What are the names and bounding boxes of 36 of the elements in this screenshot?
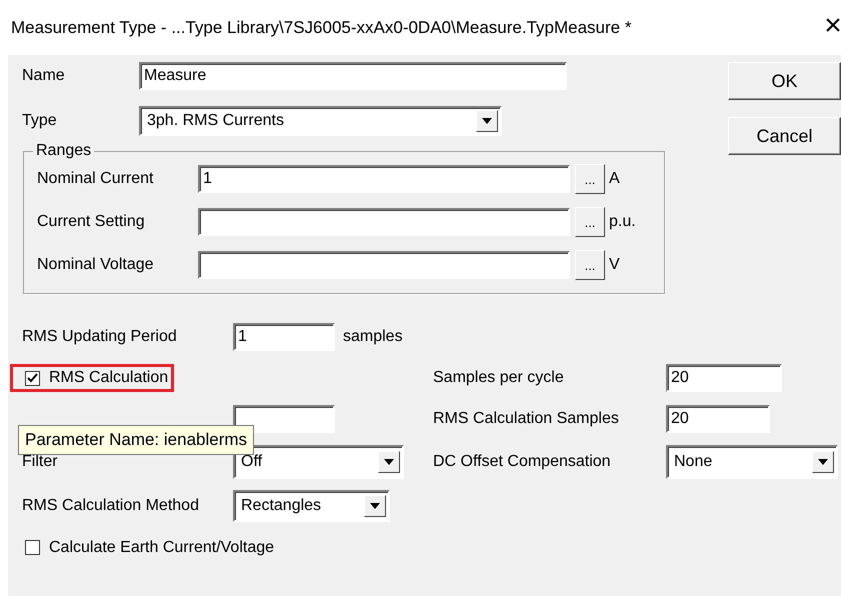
- close-button[interactable]: ×: [823, 10, 841, 44]
- group-title: Ranges: [35, 142, 92, 160]
- field-label: RMS Calculation Method: [22, 497, 200, 515]
- checkbox[interactable]: Calculate Earth Current/Voltage: [22, 536, 278, 560]
- dialog-button[interactable]: Cancel: [728, 117, 841, 155]
- browse-button[interactable]: ...: [575, 250, 605, 280]
- checkbox[interactable]: RMS Calculation: [12, 366, 172, 390]
- check-icon: [27, 373, 38, 383]
- field-label: Samples per cycle: [433, 369, 565, 387]
- field-label: Filter: [22, 453, 59, 471]
- dropdown[interactable]: Off: [233, 445, 404, 479]
- tooltip: Parameter Name: ienablerms: [18, 425, 254, 455]
- field-label: Nominal Current: [37, 170, 154, 188]
- dialog-button[interactable]: OK: [728, 62, 841, 100]
- unit-label: V: [609, 256, 621, 274]
- input-field[interactable]: 1: [198, 165, 570, 193]
- field-label: RMS Calculation Samples: [433, 410, 620, 428]
- input-field[interactable]: 1: [233, 323, 335, 351]
- dropdown[interactable]: 3ph. RMS Currents: [139, 106, 502, 136]
- unit-label: samples: [343, 328, 403, 346]
- dropdown[interactable]: None: [666, 445, 838, 479]
- browse-button[interactable]: ...: [575, 164, 605, 194]
- input-field[interactable]: Measure: [139, 62, 567, 90]
- input-field[interactable]: 20: [666, 405, 770, 433]
- browse-button[interactable]: ...: [575, 207, 605, 237]
- window-title: Measurement Type - ...Type Library\7SJ6005-xxAx0-0DA0\Measure.TypMeasure *: [11, 18, 632, 38]
- field-label: Type: [22, 112, 58, 130]
- field-label: DC Offset Compensation: [433, 453, 612, 471]
- unit-label: A: [609, 170, 621, 188]
- field-label: Nominal Voltage: [37, 256, 155, 274]
- input-field[interactable]: 20: [666, 364, 782, 392]
- dropdown[interactable]: Rectangles: [233, 490, 390, 522]
- field-label: RMS Updating Period: [22, 328, 178, 346]
- field-label: Name: [22, 67, 66, 85]
- field-label: Current Setting: [37, 213, 146, 231]
- unit-label: p.u.: [609, 213, 637, 231]
